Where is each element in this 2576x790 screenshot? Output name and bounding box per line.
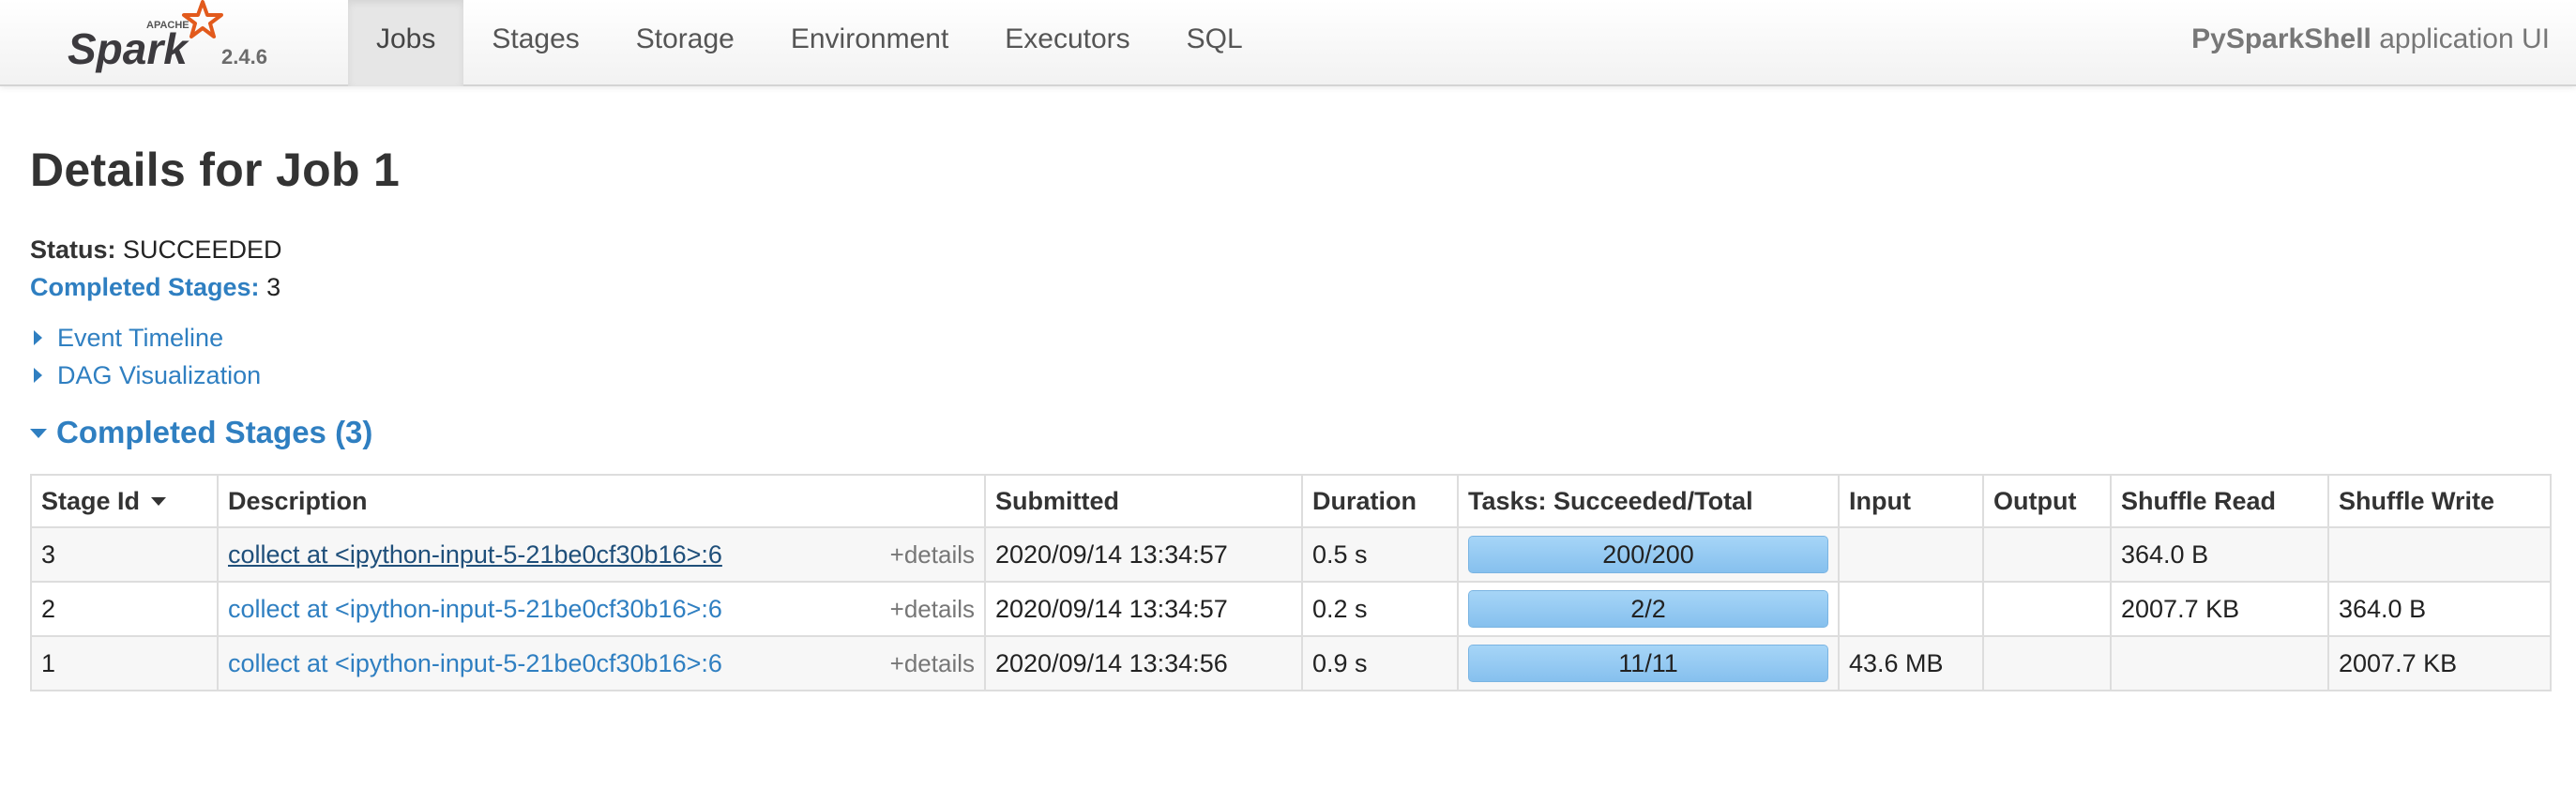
cell-duration: 0.5 s [1301, 526, 1459, 583]
cell-output [1982, 526, 2112, 583]
header-duration[interactable]: Duration [1301, 474, 1459, 528]
tab-stages[interactable]: Stages [463, 0, 607, 86]
status-value: SUCCEEDED [123, 235, 282, 264]
cell-shuffle-write: 364.0 B [2327, 581, 2552, 637]
table-row: 2 collect at <ipython-input-5-21be0cf30b… [30, 581, 2552, 637]
cell-tasks: 200/200 [1457, 526, 1840, 583]
logo-spark-text: Spark [68, 24, 189, 73]
header-input[interactable]: Input [1838, 474, 1984, 528]
cell-stage-id: 1 [30, 635, 219, 691]
header-submitted[interactable]: Submitted [984, 474, 1303, 528]
cell-duration: 0.2 s [1301, 581, 1459, 637]
cell-shuffle-write [2327, 526, 2552, 583]
completed-stages-table: Stage Id Description Submitted Duration … [30, 474, 2552, 691]
header-output[interactable]: Output [1982, 474, 2112, 528]
cell-shuffle-read: 364.0 B [2110, 526, 2329, 583]
application-title: PySparkShell application UI [2191, 0, 2550, 86]
app-name: PySparkShell [2191, 23, 2371, 54]
completed-stages-count: 3 [266, 273, 281, 301]
spark-logo-link[interactable]: APACHE Spark 2.4.6 [64, 0, 289, 86]
cell-submitted: 2020/09/14 13:34:56 [984, 635, 1303, 691]
cell-tasks: 11/11 [1457, 635, 1840, 691]
header-tasks[interactable]: Tasks: Succeeded/Total [1457, 474, 1840, 528]
page-title: Details for Job 1 [30, 144, 401, 196]
table-row: 3 collect at <ipython-input-5-21be0cf30b… [30, 526, 2552, 583]
nav-tabs: Jobs Stages Storage Environment Executor… [348, 0, 1271, 86]
completed-stages-header[interactable]: Completed Stages (3) [30, 415, 372, 450]
tasks-progress-bar: 2/2 [1468, 590, 1828, 628]
stage-description-link[interactable]: collect at <ipython-input-5-21be0cf30b16… [228, 649, 722, 678]
completed-stages-line: Completed Stages: 3 [30, 268, 282, 306]
progress-label: 2/2 [1630, 595, 1666, 623]
cell-shuffle-read [2110, 635, 2329, 691]
cell-submitted: 2020/09/14 13:34:57 [984, 581, 1303, 637]
table-header-row: Stage Id Description Submitted Duration … [30, 474, 2552, 528]
job-summary: Status: SUCCEEDED Completed Stages: 3 [30, 231, 282, 306]
cell-shuffle-read: 2007.7 KB [2110, 581, 2329, 637]
cell-input [1838, 526, 1984, 583]
cell-output [1982, 635, 2112, 691]
cell-stage-id: 2 [30, 581, 219, 637]
tab-storage[interactable]: Storage [608, 0, 763, 86]
status-line: Status: SUCCEEDED [30, 231, 282, 268]
cell-output [1982, 581, 2112, 637]
header-stage-id-label: Stage Id [41, 486, 141, 515]
stage-description-link[interactable]: collect at <ipython-input-5-21be0cf30b16… [228, 595, 722, 624]
cell-description: collect at <ipython-input-5-21be0cf30b16… [217, 526, 986, 583]
tab-sql[interactable]: SQL [1159, 0, 1271, 86]
cell-input: 43.6 MB [1838, 635, 1984, 691]
header-description[interactable]: Description [217, 474, 986, 528]
stage-description-link[interactable]: collect at <ipython-input-5-21be0cf30b16… [228, 540, 722, 570]
spark-version: 2.4.6 [221, 45, 267, 68]
tasks-progress-bar: 11/11 [1468, 645, 1828, 682]
completed-stages-title: Completed Stages (3) [56, 415, 373, 449]
cell-submitted: 2020/09/14 13:34:57 [984, 526, 1303, 583]
tab-jobs[interactable]: Jobs [348, 0, 464, 86]
details-toggle[interactable]: +details [890, 540, 975, 570]
tasks-progress-bar: 200/200 [1468, 536, 1828, 573]
status-label: Status: [30, 235, 116, 264]
progress-label: 200/200 [1602, 540, 1694, 569]
details-toggle[interactable]: +details [890, 649, 975, 678]
progress-label: 11/11 [1618, 649, 1678, 677]
tab-executors[interactable]: Executors [977, 0, 1158, 86]
cell-description: collect at <ipython-input-5-21be0cf30b16… [217, 581, 986, 637]
table-row: 1 collect at <ipython-input-5-21be0cf30b… [30, 635, 2552, 691]
navbar: APACHE Spark 2.4.6 Jobs Stages Storage E… [0, 0, 2576, 86]
cell-tasks: 2/2 [1457, 581, 1840, 637]
collapse-arrow-icon [30, 429, 47, 438]
dag-visualization-toggle[interactable]: DAG Visualization [30, 361, 261, 390]
cell-input [1838, 581, 1984, 637]
cell-description: collect at <ipython-input-5-21be0cf30b16… [217, 635, 986, 691]
expand-arrow-icon [34, 330, 42, 345]
header-shuffle-read[interactable]: Shuffle Read [2110, 474, 2329, 528]
cell-stage-id: 3 [30, 526, 219, 583]
expand-arrow-icon [34, 368, 42, 383]
spark-logo-icon: APACHE Spark [68, 0, 223, 73]
sort-descending-icon [151, 496, 167, 506]
event-timeline-toggle[interactable]: Event Timeline [30, 324, 223, 353]
details-toggle[interactable]: +details [890, 595, 975, 624]
cell-duration: 0.9 s [1301, 635, 1459, 691]
tab-environment[interactable]: Environment [763, 0, 977, 86]
cell-shuffle-write: 2007.7 KB [2327, 635, 2552, 691]
header-stage-id[interactable]: Stage Id [30, 474, 219, 528]
header-shuffle-write[interactable]: Shuffle Write [2327, 474, 2552, 528]
dag-visualization-label: DAG Visualization [57, 361, 262, 389]
completed-stages-link[interactable]: Completed Stages: [30, 273, 260, 301]
app-suffix: application UI [2371, 23, 2550, 54]
event-timeline-label: Event Timeline [57, 324, 224, 352]
